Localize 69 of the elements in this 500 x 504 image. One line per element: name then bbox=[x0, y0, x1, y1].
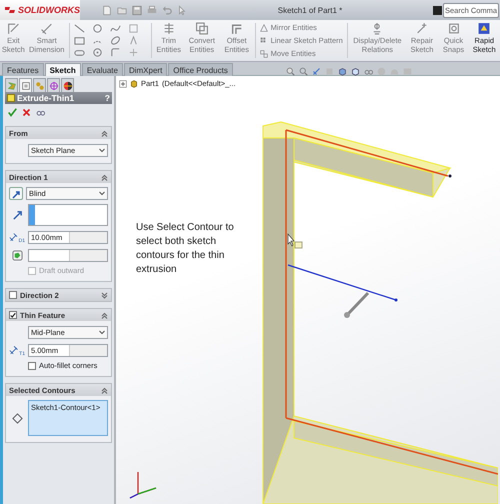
trim-icon bbox=[162, 22, 176, 35]
tab[interactable]: Evaluate bbox=[82, 63, 123, 76]
expand-icon[interactable] bbox=[119, 80, 127, 88]
part-icon bbox=[130, 80, 138, 88]
rectangle-icon[interactable] bbox=[74, 34, 86, 46]
visibility-icon[interactable] bbox=[364, 67, 373, 76]
tab[interactable]: Sketch bbox=[44, 63, 81, 76]
expand-icon[interactable] bbox=[101, 292, 108, 298]
fillet-icon[interactable] bbox=[110, 46, 122, 58]
window-title: Sketch1 of Part1 * bbox=[276, 6, 344, 14]
logo: SOLIDWORKS bbox=[0, 0, 80, 20]
point-icon[interactable] bbox=[128, 46, 140, 58]
cursor-icon bbox=[288, 233, 302, 248]
diamond-icon bbox=[12, 412, 22, 424]
caret-icon[interactable] bbox=[99, 191, 105, 196]
squares-icon bbox=[194, 22, 209, 35]
print-icon[interactable] bbox=[147, 4, 157, 16]
circle-icon[interactable] bbox=[92, 22, 104, 34]
zoom-icon[interactable] bbox=[286, 67, 295, 76]
tab[interactable]: Office Products bbox=[168, 63, 233, 76]
collapse-icon[interactable] bbox=[101, 312, 108, 318]
cancel-icon[interactable] bbox=[22, 108, 31, 116]
offset-icon bbox=[230, 22, 244, 35]
face-icon[interactable] bbox=[12, 250, 22, 260]
zoom-area-icon[interactable] bbox=[299, 67, 308, 76]
save-icon[interactable] bbox=[132, 4, 142, 16]
repair-icon bbox=[414, 22, 429, 35]
dimension-icon bbox=[9, 232, 19, 242]
direction-arrow-icon[interactable] bbox=[344, 292, 370, 318]
open-icon[interactable] bbox=[117, 4, 127, 16]
appearance-icon[interactable] bbox=[62, 80, 72, 90]
collapse-icon[interactable] bbox=[101, 386, 108, 394]
property-icon[interactable] bbox=[20, 80, 30, 90]
target-icon[interactable] bbox=[48, 80, 58, 90]
sketch-icon bbox=[477, 22, 492, 35]
dimension-icon bbox=[40, 22, 54, 35]
checkbox[interactable] bbox=[28, 362, 36, 370]
spline-icon[interactable] bbox=[110, 22, 122, 34]
instruction-text: Use Select Contour to select both sketch contours for the thin extrusion bbox=[136, 221, 235, 277]
checkbox[interactable] bbox=[9, 311, 17, 319]
arrow-icon bbox=[12, 210, 22, 220]
new-document-icon[interactable] bbox=[102, 4, 112, 16]
undo-icon[interactable] bbox=[162, 4, 172, 16]
tab[interactable]: DimXpert bbox=[124, 63, 168, 76]
line-icon[interactable] bbox=[74, 22, 86, 34]
ellipse-icon[interactable] bbox=[110, 34, 122, 46]
ok-icon[interactable] bbox=[8, 108, 17, 116]
dimension-icon bbox=[9, 344, 20, 356]
selection-box[interactable] bbox=[28, 204, 108, 226]
move-icon[interactable] bbox=[260, 50, 268, 58]
caret-icon[interactable] bbox=[99, 148, 105, 152]
terminal-icon bbox=[433, 6, 442, 14]
caret-icon[interactable] bbox=[99, 330, 105, 334]
reverse-direction-icon[interactable] bbox=[11, 188, 21, 198]
previous-view-icon[interactable] bbox=[312, 67, 321, 76]
feature-title: Extrude-Thin1 bbox=[17, 93, 76, 103]
tab[interactable]: Features bbox=[2, 63, 44, 76]
collapse-icon[interactable] bbox=[101, 174, 108, 180]
exit-sketch-icon bbox=[6, 22, 20, 35]
feature-icon bbox=[7, 94, 15, 102]
number-field[interactable] bbox=[28, 248, 108, 262]
triad-icon bbox=[129, 471, 157, 499]
snap-icon bbox=[446, 22, 461, 35]
warning-icon[interactable] bbox=[260, 24, 268, 32]
logo-mark-icon bbox=[4, 4, 16, 16]
checkbox[interactable] bbox=[9, 291, 17, 299]
collapse-icon[interactable] bbox=[101, 130, 108, 136]
pointer-icon[interactable] bbox=[177, 4, 187, 16]
help-button[interactable]: ? bbox=[104, 93, 110, 103]
